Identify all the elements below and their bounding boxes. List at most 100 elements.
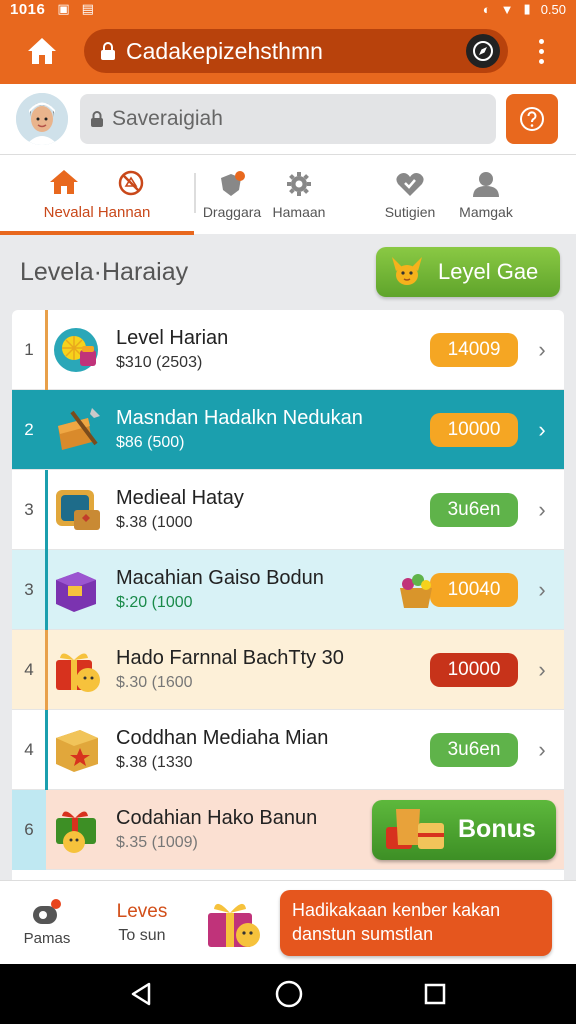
section-header: Levela·Haraiay Leyel Gae bbox=[0, 234, 576, 310]
chevron-right-icon: › bbox=[538, 656, 546, 682]
purple-box-icon bbox=[52, 564, 104, 616]
gift-icon bbox=[208, 903, 260, 947]
bottom-nav-pamas[interactable]: Pamas bbox=[0, 898, 94, 947]
url-bar[interactable]: Cadakepizehsthmn bbox=[84, 29, 508, 73]
row-accent-line bbox=[45, 310, 48, 390]
battery-icon: ▮ bbox=[523, 1, 531, 16]
row-name: Medieal Hatay bbox=[116, 487, 244, 509]
page-title: Levela·Haraiay bbox=[20, 257, 189, 286]
toolbox-icon bbox=[52, 404, 104, 456]
user-avatar-icon bbox=[16, 93, 68, 145]
app-bar: Cadakepizehsthmn bbox=[0, 18, 576, 84]
no-entry-icon bbox=[118, 170, 144, 196]
gift-button[interactable] bbox=[190, 893, 280, 953]
home-circle-icon[interactable] bbox=[274, 979, 304, 1009]
list-item[interactable]: 1 Level Harian $310 (2503) 14009 › bbox=[12, 310, 564, 390]
dot-icon bbox=[538, 48, 544, 54]
bottom-nav-label: Pamas bbox=[23, 930, 71, 947]
search-placeholder: Saveraigiah bbox=[112, 107, 223, 130]
row-rank: 2 bbox=[24, 419, 34, 439]
home-button[interactable] bbox=[0, 18, 84, 84]
heart-check-icon bbox=[396, 172, 424, 196]
row-price: $86 (500) bbox=[116, 434, 185, 451]
game-icon bbox=[33, 899, 61, 924]
tab-sutigien[interactable]: Sutigien bbox=[378, 155, 442, 234]
list-item[interactable]: 3 Medieal Hatay $.38 (1000 3u6en › bbox=[12, 470, 564, 550]
row-price: $.38 (1330 bbox=[116, 754, 193, 771]
row-price: $.30 (1600 bbox=[116, 674, 193, 691]
gift-character-icon bbox=[52, 644, 104, 696]
fruit-basket-icon bbox=[400, 573, 432, 608]
row-rank: 4 bbox=[24, 659, 34, 679]
dot-icon bbox=[538, 58, 544, 64]
bonus-button[interactable]: Bonus bbox=[372, 799, 556, 860]
row-price: $.38 (1000 bbox=[116, 514, 193, 531]
row-accent-line bbox=[45, 470, 48, 550]
bottom-bar: Pamas Leves To sun Hadikakaan kenber kak… bbox=[0, 880, 576, 964]
list-item[interactable]: 4 Coddhan Mediaha Mian $.38 (1330 3u6en … bbox=[12, 710, 564, 790]
avatar[interactable] bbox=[16, 93, 68, 145]
tab-mamgak[interactable]: Mamgak bbox=[442, 155, 530, 234]
bonus-label: Bonus bbox=[458, 815, 536, 843]
chevron-right-icon: › bbox=[538, 496, 546, 522]
list-item[interactable]: 3 Macahian Gaiso Bodun $:20 (1000 10040 … bbox=[12, 550, 564, 630]
home-icon bbox=[50, 170, 78, 194]
treasure-box-icon bbox=[52, 484, 104, 536]
back-icon[interactable] bbox=[129, 981, 155, 1007]
tab-label: Mamgak bbox=[459, 203, 513, 220]
row-badge: 10040 bbox=[430, 572, 518, 607]
row-name: Codahian Hako Banun bbox=[116, 807, 318, 829]
home-icon bbox=[28, 38, 56, 64]
status-time: 1016 bbox=[10, 0, 46, 18]
user-icon bbox=[473, 171, 499, 197]
row-price: $.35 (1009) bbox=[116, 834, 198, 851]
level-button-label: Leyel Gae bbox=[438, 259, 539, 284]
battery-level-icon: 0.50 bbox=[540, 1, 566, 17]
image-icon: ▤ bbox=[81, 1, 94, 16]
search-input[interactable]: Saveraigiah bbox=[80, 94, 496, 144]
row-name: Macahian Gaiso Bodun bbox=[116, 567, 324, 589]
row-name: Hado Farnnal BachTty 30 bbox=[116, 647, 344, 669]
tab-label: Sutigien bbox=[384, 203, 436, 220]
compass-icon bbox=[473, 41, 493, 61]
list-item[interactable]: 2 Masndan Hadalkn Nedukan $86 (500) 1000… bbox=[12, 390, 564, 470]
list-item[interactable]: 4 Hado Farnnal BachTty 30 $.30 (1600 100… bbox=[12, 630, 564, 710]
row-name: Level Harian bbox=[116, 327, 229, 349]
bonus-chest-icon bbox=[386, 808, 444, 849]
character-icon bbox=[392, 257, 422, 285]
sync-icon: ◐ bbox=[482, 1, 491, 17]
tab-active[interactable]: Nevalal Hannan bbox=[0, 155, 194, 235]
system-nav-bar bbox=[0, 964, 576, 1024]
bottom-nav-label: Leves bbox=[116, 900, 168, 922]
overflow-menu-button[interactable] bbox=[526, 29, 556, 73]
notification-icon: ▣ bbox=[57, 1, 70, 16]
row-accent-line bbox=[45, 630, 48, 710]
dot-icon bbox=[538, 38, 544, 44]
help-button[interactable] bbox=[506, 94, 558, 144]
level-list: 1 Level Harian $310 (2503) 14009 › 2 Mas… bbox=[12, 310, 564, 880]
compass-button[interactable] bbox=[466, 34, 500, 68]
lock-icon bbox=[91, 111, 103, 127]
cta-button[interactable]: Hadikakaan kenber kakan danstun sumstlan bbox=[280, 889, 552, 956]
row-name: Masndan Hadalkn Nedukan bbox=[116, 407, 363, 429]
lock-icon bbox=[101, 42, 115, 60]
recents-icon[interactable] bbox=[423, 982, 447, 1006]
level-button[interactable]: Leyel Gae bbox=[376, 247, 560, 297]
tab-draggara[interactable]: Draggara bbox=[196, 155, 268, 234]
chevron-right-icon: › bbox=[538, 576, 546, 602]
row-badge: 10000 bbox=[430, 652, 518, 687]
row-price: $:20 (1000 bbox=[116, 594, 193, 611]
list-item[interactable]: 6 Codahian Hako Banun $.35 (1009) Bonus bbox=[12, 790, 564, 870]
shield-icon bbox=[221, 170, 245, 196]
row-badge: 10000 bbox=[430, 412, 518, 447]
tab-hamaan[interactable]: Hamaan bbox=[268, 155, 330, 234]
wifi-icon: ▼ bbox=[500, 1, 514, 17]
fruit-icon bbox=[52, 324, 104, 376]
bottom-nav-levels[interactable]: Leves To sun bbox=[94, 901, 190, 945]
url-text: Cadakepizehsthmn bbox=[126, 37, 323, 64]
row-rank: 3 bbox=[24, 499, 34, 519]
row-price: $310 (2503) bbox=[116, 354, 203, 371]
tab-bar: Nevalal Hannan Draggara Hamaan Sutigien bbox=[0, 154, 576, 235]
gear-icon bbox=[287, 171, 311, 196]
row-badge: 14009 bbox=[430, 332, 518, 367]
